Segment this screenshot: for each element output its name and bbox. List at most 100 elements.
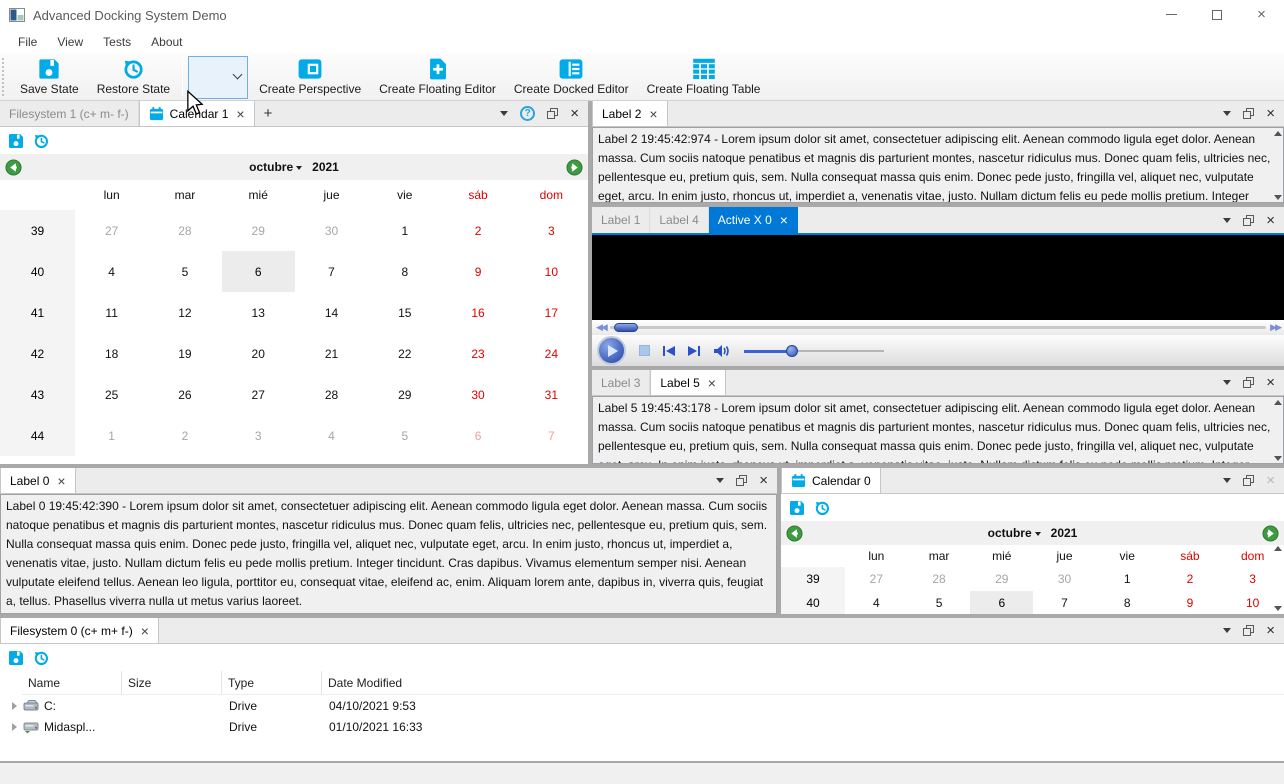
calendar-day[interactable]: 2 (441, 210, 514, 251)
expand-chevron-icon[interactable] (12, 701, 17, 710)
calendar-day[interactable]: 17 (515, 292, 588, 333)
seek-thumb[interactable] (613, 323, 638, 332)
calendar-day[interactable]: 7 (295, 251, 368, 292)
undock-icon[interactable] (547, 108, 559, 119)
restore-icon[interactable] (814, 500, 830, 516)
month-button[interactable]: octubre (988, 526, 1032, 540)
calendar-day[interactable]: 8 (368, 251, 441, 292)
calendar-day[interactable]: 10 (515, 251, 588, 292)
tab-activex0[interactable]: Active X 0 × (708, 207, 798, 233)
calendar-day[interactable]: 31 (515, 374, 588, 415)
tab-filesystem0[interactable]: Filesystem 0 (c+ m+ f-) × (0, 618, 159, 643)
calendar-day[interactable]: 5 (148, 251, 221, 292)
year-button[interactable]: 2021 (312, 160, 339, 174)
undock-icon[interactable] (1243, 475, 1255, 486)
next-button[interactable] (688, 345, 700, 356)
calendar-day[interactable]: 27 (222, 374, 295, 415)
play-button[interactable] (597, 336, 626, 365)
tree-row-midas-drive[interactable]: Midaspl... Drive 01/10/2021 16:33 (0, 716, 1284, 737)
help-icon[interactable]: ? (520, 106, 536, 121)
column-date-modified[interactable]: Date Modified (322, 671, 552, 694)
panel-close-icon[interactable]: × (570, 106, 579, 121)
calendar-day[interactable]: 7 (515, 415, 588, 456)
panel-close-icon[interactable]: × (1266, 623, 1275, 638)
restore-state-button[interactable]: Restore State (88, 54, 179, 100)
tab-menu-icon[interactable] (716, 478, 725, 487)
calendar-day[interactable]: 16 (441, 292, 514, 333)
tab-close-icon[interactable]: × (141, 624, 149, 638)
calendar-day[interactable]: 4 (845, 591, 908, 614)
calendar-day[interactable]: 7 (1033, 591, 1096, 614)
tab-close-icon[interactable]: × (780, 213, 788, 227)
calendar-day[interactable]: 9 (1159, 591, 1222, 614)
calendar-day[interactable]: 1 (1096, 567, 1159, 591)
stop-button[interactable] (639, 345, 650, 356)
expand-chevron-icon[interactable] (12, 722, 17, 731)
calendar-day[interactable]: 27 (845, 567, 908, 591)
volume-icon[interactable] (713, 343, 731, 359)
calendar-day[interactable]: 27 (75, 210, 148, 251)
scroll-down-icon[interactable] (1274, 606, 1282, 611)
year-button[interactable]: 2021 (1051, 526, 1078, 540)
calendar-day[interactable]: 5 (368, 415, 441, 456)
create-perspective-button[interactable]: Create Perspective (250, 54, 370, 100)
tab-label0[interactable]: Label 0 × (0, 468, 76, 493)
calendar-day[interactable]: 24 (515, 333, 588, 374)
seek-track[interactable] (609, 323, 1267, 332)
calendar-day[interactable]: 1 (368, 210, 441, 251)
tab-menu-icon[interactable] (1223, 217, 1232, 227)
tab-close-icon[interactable]: × (57, 474, 65, 488)
month-button[interactable]: octubre (249, 160, 293, 174)
undock-icon[interactable] (1243, 108, 1255, 119)
calendar-day[interactable]: 3 (1221, 567, 1284, 591)
tab-label4[interactable]: Label 4 (650, 207, 709, 233)
tab-close-icon[interactable]: × (236, 107, 244, 121)
scroll-down-icon[interactable] (1274, 456, 1282, 461)
tab-close-icon[interactable]: × (649, 107, 657, 121)
calendar-day[interactable]: 28 (148, 210, 221, 251)
save-icon[interactable] (789, 500, 805, 516)
column-type[interactable]: Type (222, 671, 322, 694)
fast-forward-icon[interactable]: ▶▶ (1270, 322, 1282, 333)
calendar-day[interactable]: 30 (441, 374, 514, 415)
restore-icon[interactable] (33, 133, 49, 149)
save-icon[interactable] (8, 650, 24, 666)
undock-icon[interactable] (1243, 625, 1255, 636)
calendar-day[interactable]: 30 (295, 210, 368, 251)
column-size[interactable]: Size (122, 671, 222, 694)
calendar-day[interactable]: 28 (295, 374, 368, 415)
calendar-day[interactable]: 19 (148, 333, 221, 374)
calendar-day[interactable]: 30 (1033, 567, 1096, 591)
calendar-day[interactable]: 4 (295, 415, 368, 456)
minimize-button[interactable] (1149, 0, 1194, 29)
scroll-up-icon[interactable] (1274, 546, 1282, 551)
calendar-day[interactable]: 13 (222, 292, 295, 333)
tab-menu-icon[interactable] (1223, 478, 1232, 487)
tab-close-icon[interactable]: × (708, 376, 716, 390)
calendar-day[interactable]: 6 (441, 415, 514, 456)
calendar-day[interactable]: 29 (222, 210, 295, 251)
panel-close-icon[interactable]: × (1266, 106, 1275, 121)
calendar-day[interactable]: 29 (970, 567, 1033, 591)
undock-icon[interactable] (1243, 214, 1255, 226)
tab-menu-icon[interactable] (1223, 111, 1232, 120)
calendar-day[interactable]: 6 (970, 591, 1034, 614)
tab-menu-icon[interactable] (1223, 628, 1232, 637)
create-docked-editor-button[interactable]: Create Docked Editor (505, 54, 638, 100)
tree-row-c-drive[interactable]: C: Drive 04/10/2021 9:53 (0, 695, 1284, 716)
calendar-day[interactable]: 23 (441, 333, 514, 374)
volume-slider[interactable] (744, 344, 884, 357)
save-icon[interactable] (8, 133, 24, 149)
calendar-day[interactable]: 25 (75, 374, 148, 415)
menu-about[interactable]: About (141, 32, 192, 52)
calendar-day[interactable]: 2 (148, 415, 221, 456)
calendar-day[interactable]: 20 (222, 333, 295, 374)
scroll-up-icon[interactable] (1274, 131, 1282, 136)
panel-close-icon[interactable]: × (1266, 213, 1275, 228)
calendar-day[interactable]: 28 (908, 567, 971, 591)
calendar-day[interactable]: 1 (75, 415, 148, 456)
calendar-day[interactable]: 15 (368, 292, 441, 333)
calendar-day[interactable]: 12 (148, 292, 221, 333)
maximize-button[interactable] (1194, 0, 1239, 29)
create-floating-editor-button[interactable]: Create Floating Editor (370, 54, 505, 100)
